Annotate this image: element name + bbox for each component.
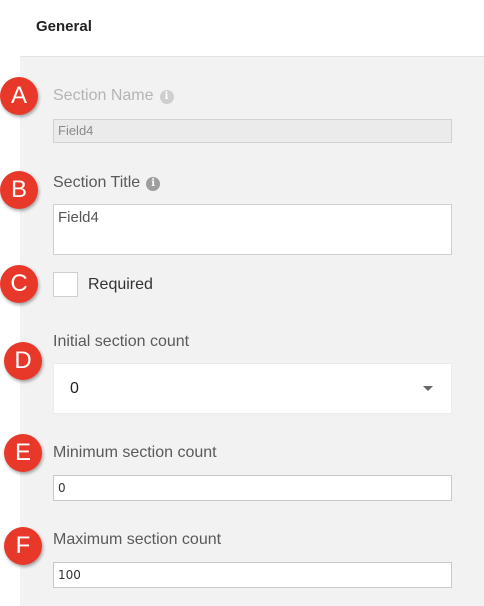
annotation-marker-f: F bbox=[4, 527, 42, 565]
initial-count-label: Initial section count bbox=[53, 333, 190, 350]
info-icon[interactable]: i bbox=[159, 90, 174, 104]
required-label[interactable]: Required bbox=[88, 276, 153, 294]
section-header-title: General bbox=[36, 18, 92, 35]
info-icon[interactable]: i bbox=[146, 177, 161, 191]
initial-count-select[interactable]: 0 bbox=[53, 363, 452, 414]
min-count-input[interactable]: 0 bbox=[53, 475, 452, 501]
annotation-marker-e: E bbox=[4, 434, 42, 472]
annotation-marker-d: D bbox=[4, 342, 42, 380]
section-title-textarea[interactable]: Field4 bbox=[53, 204, 452, 255]
caret-down-icon bbox=[423, 386, 433, 391]
section-name-label-row: Section Name i bbox=[53, 87, 174, 105]
min-count-label: Minimum section count bbox=[53, 444, 217, 461]
max-count-input[interactable]: 100 bbox=[53, 562, 452, 588]
annotation-marker-b: B bbox=[0, 171, 38, 209]
section-title-label: Section Title bbox=[53, 174, 141, 191]
annotation-marker-c: C bbox=[0, 265, 38, 303]
section-header: General bbox=[20, 0, 484, 57]
annotation-marker-a: A bbox=[0, 77, 38, 115]
section-name-label: Section Name bbox=[53, 87, 154, 104]
required-checkbox[interactable] bbox=[53, 272, 78, 297]
initial-count-value: 0 bbox=[70, 380, 79, 397]
max-count-label: Maximum section count bbox=[53, 531, 222, 548]
section-title-label-row: Section Title i bbox=[53, 174, 161, 192]
section-name-input[interactable]: Field4 bbox=[53, 119, 452, 143]
